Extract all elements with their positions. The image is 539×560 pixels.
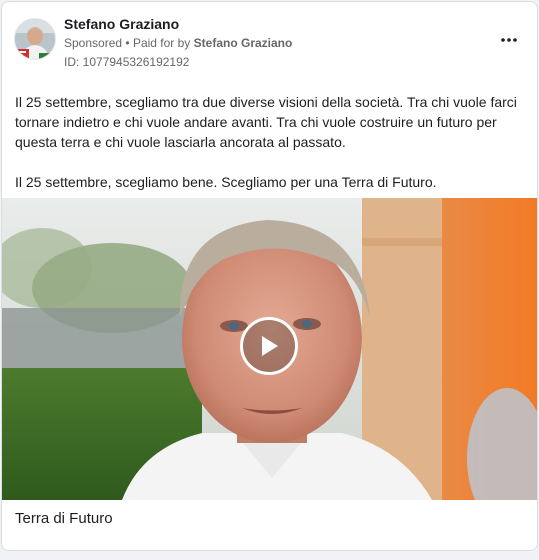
sponsored-line: Sponsored • Paid for by Stefano Graziano [64,36,292,50]
more-horizontal-icon [501,38,517,42]
advertiser-name[interactable]: Stefano Graziano [64,16,179,32]
advertiser-avatar[interactable] [14,18,56,60]
paid-for-name[interactable]: Stefano Graziano [194,36,293,50]
play-button[interactable] [240,317,298,375]
sponsored-label: Sponsored [64,36,123,50]
play-icon [262,336,278,356]
avatar-image [15,19,55,59]
body-paragraph-2: Il 25 settembre, scegliamo bene. Sceglia… [15,174,437,190]
caption-bar[interactable]: Terra di Futuro [2,500,537,550]
ad-header: Stefano Graziano Sponsored • Paid for by… [2,2,537,72]
ad-body-text: Il 25 settembre, scegliamo tra due diver… [15,92,521,212]
more-options-button[interactable] [495,26,523,54]
video-caption: Terra di Futuro [15,510,113,527]
separator-dot: • [125,36,130,50]
body-paragraph-1: Il 25 settembre, scegliamo tra due diver… [15,94,517,150]
ad-card: Stefano Graziano Sponsored • Paid for by… [1,1,538,551]
paid-for-prefix: Paid for by [132,36,191,50]
ad-id: ID: 1077945326192192 [64,55,190,69]
